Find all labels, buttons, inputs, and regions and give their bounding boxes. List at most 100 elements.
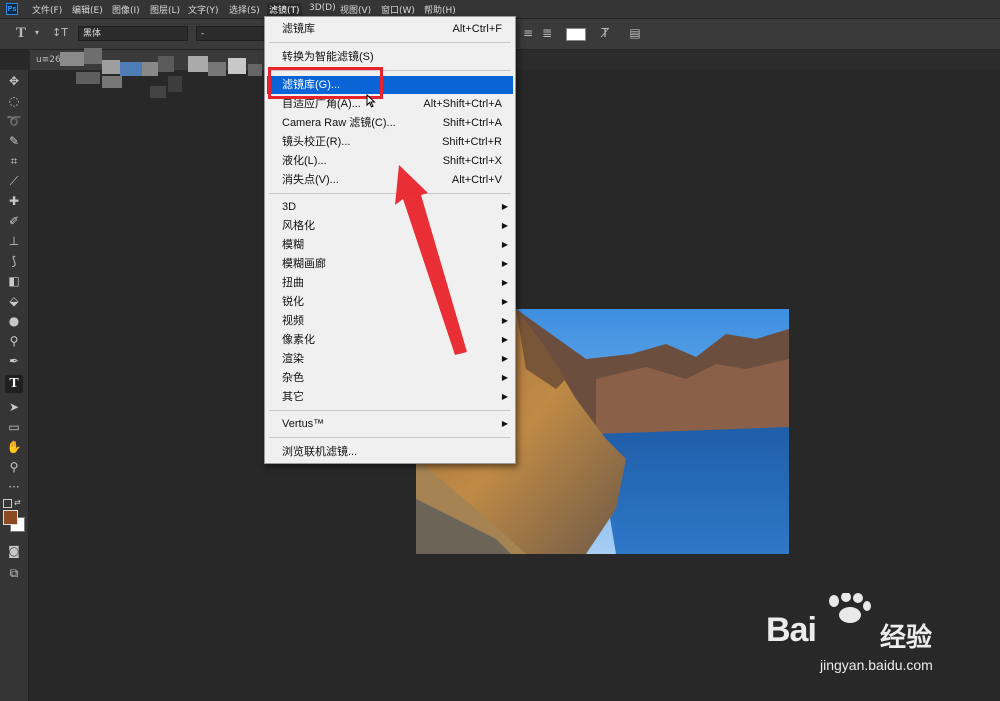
path-selection-tool-icon[interactable]: ➤ — [5, 398, 23, 416]
last-filter-label: 滤镜库 — [282, 23, 315, 35]
submenu-arrow-icon: ▶ — [501, 278, 508, 287]
align-right-icon[interactable]: ≡ — [521, 26, 535, 40]
submenu-noise[interactable]: 杂色 ▶ — [265, 369, 515, 387]
baidu-jingyan-watermark: Bai 经验 jingyan.baidu.com — [760, 593, 995, 683]
annotation-arrow — [395, 165, 467, 355]
submenu-other-label: 其它 — [282, 391, 304, 403]
paint-bucket-tool-icon[interactable]: ⬙ — [5, 292, 23, 310]
swap-colors-icon[interactable]: ⇄ — [14, 498, 21, 507]
lasso-tool-icon[interactable]: ➰ — [5, 112, 23, 130]
font-style-select[interactable]: - — [196, 26, 266, 41]
vanishing-point-label: 消失点(V)... — [282, 174, 339, 186]
liquify-label: 液化(L)... — [282, 155, 327, 167]
menu-separator — [269, 42, 511, 43]
photoshop-logo-icon: Ps — [6, 3, 18, 15]
submenu-arrow-icon: ▶ — [501, 354, 508, 363]
more-tools-icon[interactable]: ··· — [5, 478, 23, 496]
menu-file[interactable]: 文件(F) — [32, 3, 62, 16]
eyedropper-tool-icon[interactable]: ⟋ — [5, 172, 23, 190]
submenu-video-label: 视频 — [282, 315, 304, 327]
jingyan-brand: 经验 — [880, 623, 933, 653]
submenu-arrow-icon: ▶ — [501, 335, 508, 344]
screen-mode-icon[interactable]: ⧉ — [5, 564, 23, 582]
quick-select-tool-icon[interactable]: ✎ — [5, 132, 23, 150]
baidu-du-glyph-icon — [834, 619, 874, 651]
type-tool-preset-icon[interactable]: T — [14, 26, 28, 41]
convert-smart-filter-item[interactable]: 转换为智能滤镜(S) — [265, 48, 515, 66]
font-family-value: 黑体 — [83, 29, 102, 39]
rectangle-tool-icon[interactable]: ▭ — [5, 418, 23, 436]
lens-correction-item[interactable]: 镜头校正(R)... Shift+Ctrl+R — [265, 133, 515, 151]
browse-filters-online-label: 浏览联机滤镜... — [282, 446, 358, 458]
submenu-vertus-label: Vertus™ — [282, 418, 325, 430]
watermark-url: jingyan.baidu.com — [820, 657, 933, 673]
chevron-down-icon[interactable]: ▾ — [30, 26, 44, 40]
healing-brush-tool-icon[interactable]: ✚ — [5, 192, 23, 210]
submenu-vertus[interactable]: Vertus™ ▶ — [265, 415, 515, 433]
menu-type[interactable]: 文字(Y) — [188, 3, 219, 16]
last-filter-item[interactable]: 滤镜库 Alt+Ctrl+F — [265, 20, 515, 38]
last-filter-shortcut: Alt+Ctrl+F — [452, 23, 502, 35]
eraser-tool-icon[interactable]: ◧ — [5, 272, 23, 290]
foreground-color-swatch[interactable] — [3, 510, 18, 525]
move-tool-icon[interactable]: ✥ — [5, 72, 23, 90]
camera-raw-filter-item[interactable]: Camera Raw 滤镜(C)... Shift+Ctrl+A — [265, 114, 515, 132]
blur-tool-icon[interactable]: ● — [5, 312, 23, 330]
menu-edit[interactable]: 编辑(E) — [72, 3, 103, 16]
convert-smart-filter-label: 转换为智能滤镜(S) — [282, 51, 374, 63]
submenu-arrow-icon: ▶ — [501, 297, 508, 306]
submenu-arrow-icon: ▶ — [501, 221, 508, 230]
submenu-arrow-icon: ▶ — [501, 316, 508, 325]
adaptive-wide-angle-shortcut: Alt+Shift+Ctrl+A — [423, 98, 502, 110]
submenu-arrow-icon: ▶ — [501, 392, 508, 401]
menu-layer[interactable]: 图层(L) — [150, 3, 180, 16]
menu-view[interactable]: 视图(V) — [340, 3, 371, 16]
zoom-tool-icon[interactable]: ⚲ — [5, 458, 23, 476]
menu-separator — [269, 437, 511, 438]
submenu-arrow-icon: ▶ — [501, 259, 508, 268]
character-panel-icon[interactable]: ▤ — [628, 26, 642, 40]
text-orientation-icon[interactable]: ↕T — [52, 26, 68, 40]
pen-tool-icon[interactable]: ✒ — [5, 352, 23, 370]
hand-tool-icon[interactable]: ✋ — [5, 438, 23, 456]
quick-mask-icon[interactable]: ◙ — [5, 542, 23, 560]
crop-tool-icon[interactable]: ⌗ — [5, 152, 23, 170]
submenu-render-label: 渲染 — [282, 353, 304, 365]
menu-image[interactable]: 图像(I) — [112, 3, 140, 16]
menu-filter[interactable]: 滤镜(T) — [267, 3, 302, 16]
type-tool-icon[interactable]: T — [5, 375, 23, 393]
warp-text-icon[interactable]: Ⱦ — [598, 26, 612, 40]
lens-correction-label: 镜头校正(R)... — [282, 136, 351, 148]
submenu-3d-label: 3D — [282, 201, 297, 213]
text-color-swatch[interactable] — [566, 28, 586, 41]
submenu-sharpen-label: 锐化 — [282, 296, 304, 308]
mouse-cursor-icon — [366, 94, 376, 108]
submenu-blur-gallery-label: 模糊画廊 — [282, 258, 326, 270]
submenu-arrow-icon: ▶ — [501, 202, 508, 211]
submenu-other[interactable]: 其它 ▶ — [265, 388, 515, 406]
submenu-distort-label: 扭曲 — [282, 277, 304, 289]
justify-icon[interactable]: ≣ — [540, 26, 554, 40]
camera-raw-filter-label: Camera Raw 滤镜(C)... — [282, 117, 396, 129]
menu-window[interactable]: 窗口(W) — [381, 3, 415, 16]
history-brush-tool-icon[interactable]: ⟆ — [5, 252, 23, 270]
dodge-tool-icon[interactable]: ⚲ — [5, 332, 23, 350]
brush-tool-icon[interactable]: ✐ — [5, 212, 23, 230]
menu-separator — [269, 410, 511, 411]
menu-select[interactable]: 选择(S) — [229, 3, 260, 16]
menu-3d[interactable]: 3D(D) — [309, 3, 336, 13]
menu-help[interactable]: 帮助(H) — [424, 3, 456, 16]
default-colors-icon[interactable] — [3, 499, 12, 508]
submenu-noise-label: 杂色 — [282, 372, 304, 384]
submenu-stylize-label: 风格化 — [282, 220, 315, 232]
submenu-blur-label: 模糊 — [282, 239, 304, 251]
browse-filters-online-item[interactable]: 浏览联机滤镜... — [265, 443, 515, 461]
submenu-arrow-icon: ▶ — [501, 419, 508, 428]
clone-stamp-tool-icon[interactable]: ⊥ — [5, 232, 23, 250]
marquee-tool-icon[interactable]: ◌ — [5, 92, 23, 110]
camera-raw-filter-shortcut: Shift+Ctrl+A — [442, 117, 502, 129]
submenu-pixelate-label: 像素化 — [282, 334, 315, 346]
baidu-brand: Bai — [766, 611, 817, 649]
font-family-select[interactable]: 黑体 — [78, 26, 188, 41]
submenu-arrow-icon: ▶ — [501, 373, 508, 382]
